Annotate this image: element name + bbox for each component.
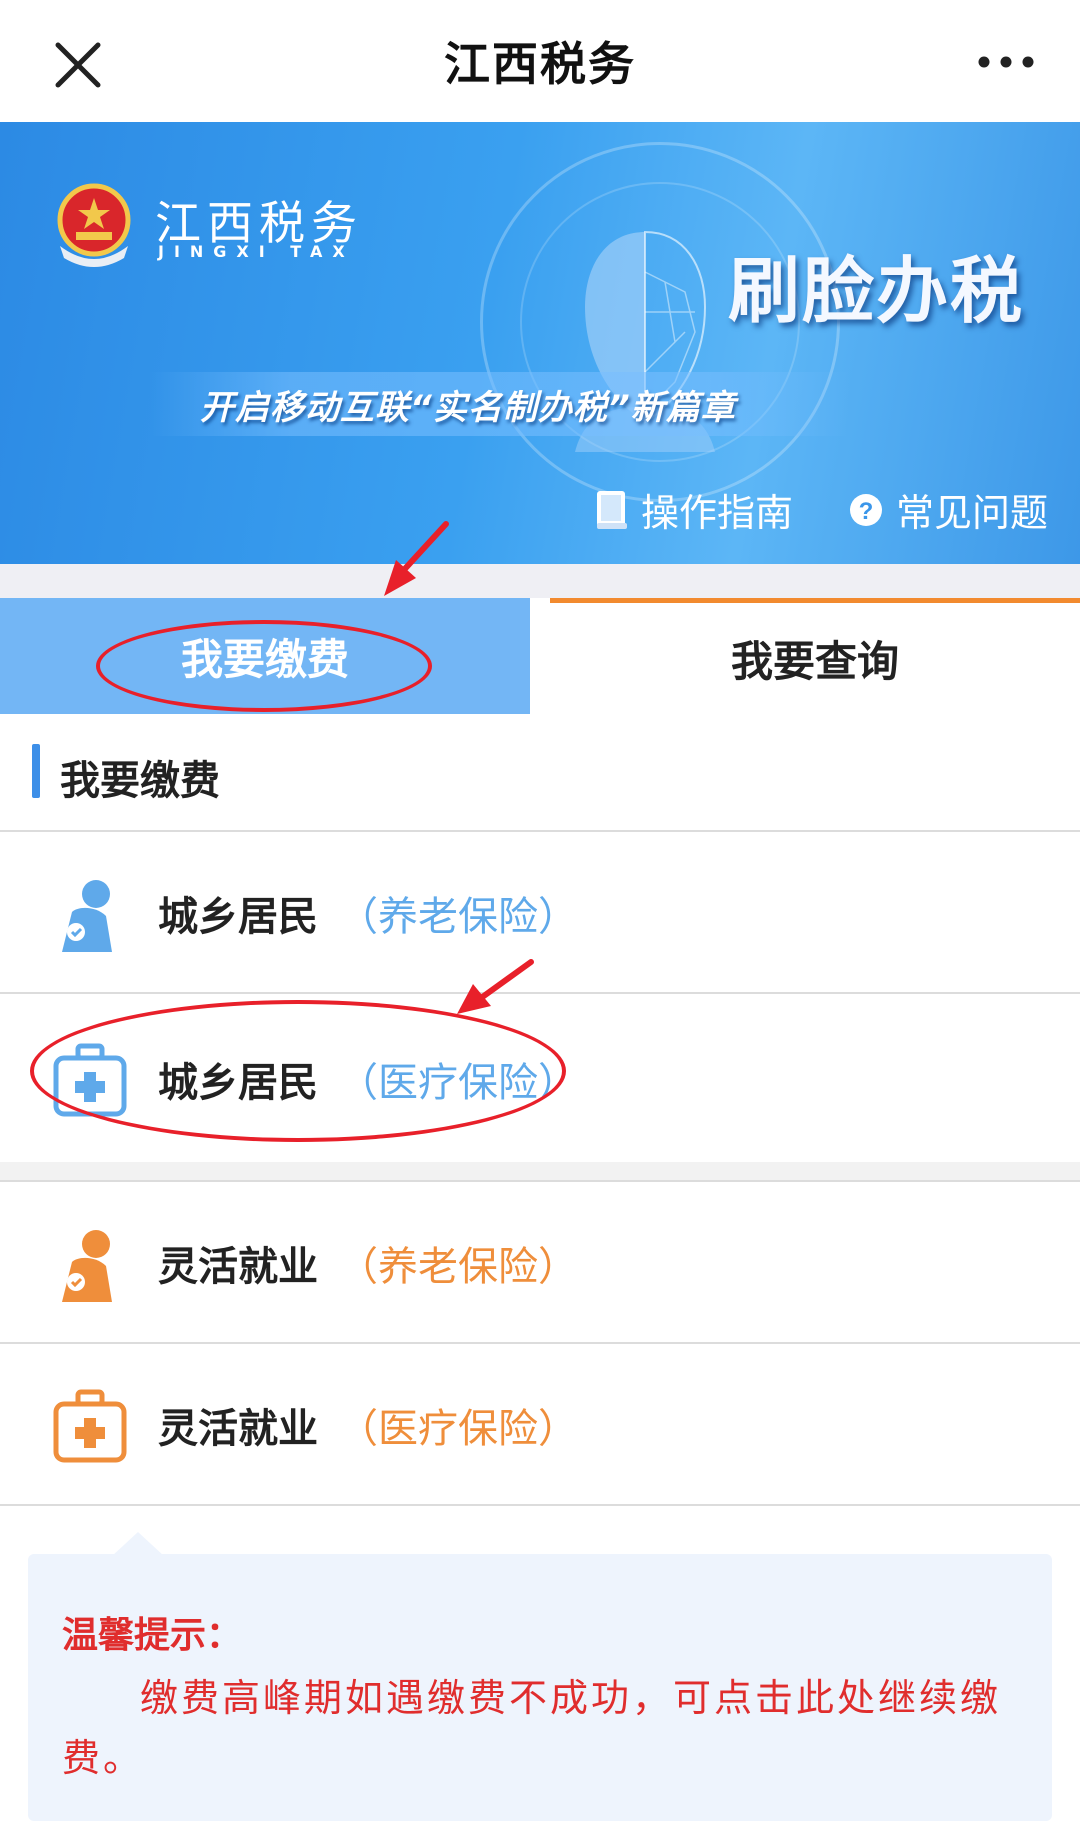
list-item-resident-pension[interactable]: 城乡居民 （养老保险）	[0, 832, 1080, 994]
item-name: 灵活就业	[158, 1244, 318, 1290]
guide-link[interactable]: 操作指南	[595, 482, 793, 537]
group-divider	[0, 1162, 1080, 1182]
item-type: （医疗保险）	[338, 1406, 578, 1452]
section-title: 我要缴费	[60, 758, 220, 804]
tip-body[interactable]: 缴费高峰期如遇缴费不成功，可点击此处继续缴费。	[62, 1668, 1042, 1788]
section-header: 我要缴费	[0, 714, 1080, 832]
banner-slogan: 开启移动互联“实名制办税”新篇章	[200, 388, 736, 428]
tab-spacer	[0, 564, 1080, 598]
item-type: （养老保险）	[338, 1244, 578, 1290]
banner-headline: 刷脸办税	[728, 249, 1025, 333]
tab-divider	[530, 598, 550, 714]
tip-box[interactable]: 温馨提示： 缴费高峰期如遇缴费不成功，可点击此处继续缴费。	[28, 1554, 1052, 1821]
tip-area: 温馨提示： 缴费高峰期如遇缴费不成功，可点击此处继续缴费。	[0, 1508, 1080, 1821]
item-name: 灵活就业	[158, 1406, 318, 1452]
annotation-circle	[30, 1000, 566, 1142]
item-type: （养老保险）	[338, 894, 578, 940]
tip-title: 温馨提示：	[62, 1615, 243, 1656]
section-marker	[32, 744, 40, 798]
list-item-flexible-medical[interactable]: 灵活就业 （医疗保险）	[0, 1344, 1080, 1506]
close-icon[interactable]	[50, 37, 106, 93]
page: 江西税务 江西税务 JINGXI TAX 刷脸办税 开启移动互联“实名制办税”新…	[0, 0, 1080, 1821]
tax-emblem-icon	[57, 183, 131, 267]
tab-query[interactable]: 我要查询	[550, 598, 1080, 714]
book-icon	[597, 490, 627, 529]
logo-text-en: JINGXI TAX	[158, 242, 355, 261]
more-icon[interactable]	[976, 50, 1036, 74]
annotation-arrow-icon	[384, 521, 449, 596]
tip-notch	[112, 1532, 164, 1556]
item-name: 城乡居民	[158, 894, 318, 940]
guide-link-label: 操作指南	[641, 491, 794, 535]
faq-link[interactable]: ? 常见问题	[848, 482, 1048, 537]
annotation-circle	[96, 620, 432, 712]
elderly-person-icon	[62, 1230, 112, 1302]
question-icon: ?	[850, 493, 882, 526]
top-navbar: 江西税务	[0, 0, 1080, 122]
banner: 江西税务 JINGXI TAX 刷脸办税 开启移动互联“实名制办税”新篇章 操作…	[0, 122, 1080, 564]
page-title: 江西税务	[444, 37, 636, 91]
faq-link-label: 常见问题	[896, 491, 1049, 535]
annotation-arrow-icon	[457, 959, 534, 1014]
list-item-flexible-pension[interactable]: 灵活就业 （养老保险）	[0, 1182, 1080, 1344]
svg-text:?: ?	[859, 498, 874, 525]
medical-kit-icon	[53, 1389, 127, 1463]
elderly-person-icon	[62, 880, 112, 952]
